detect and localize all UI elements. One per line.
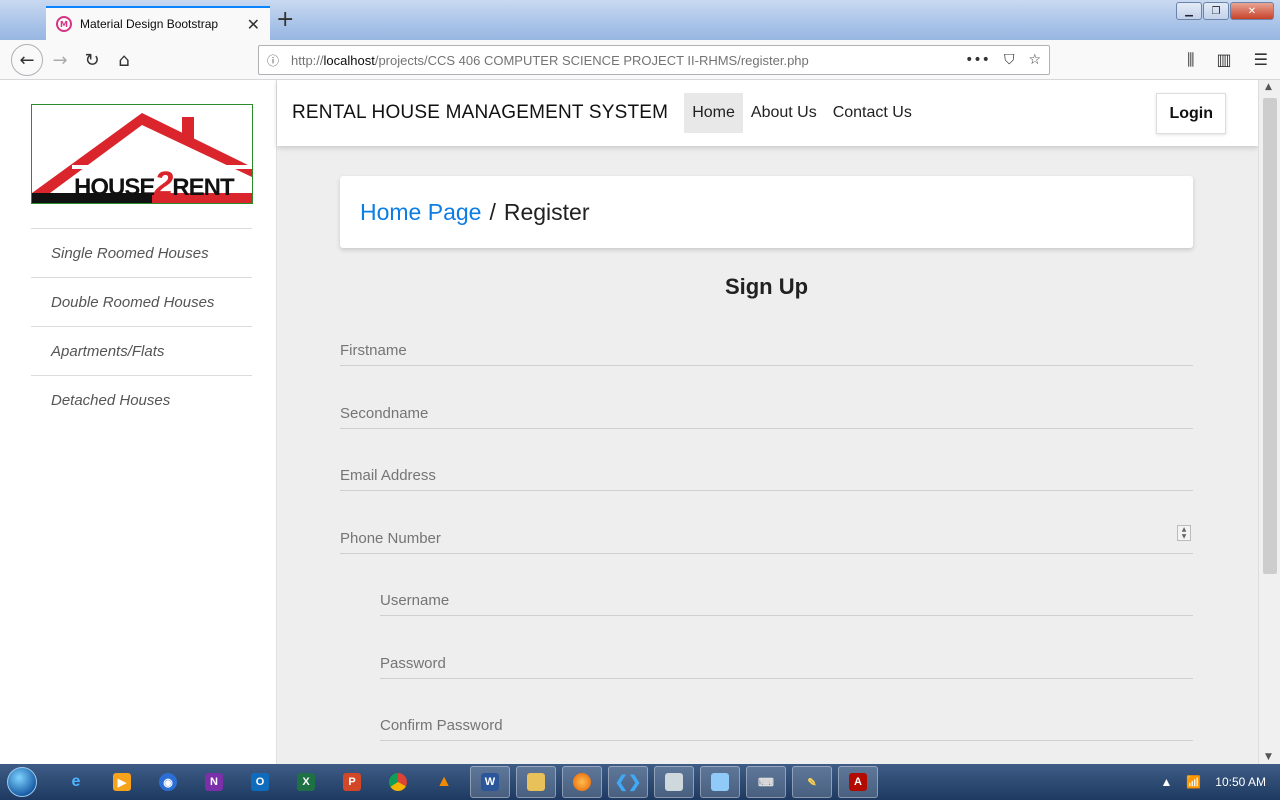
form-title: Sign Up [724,274,809,299]
browser-toolbar: ← → ↻ ⌂ ⓘ http://localhost/projects/CCS … [0,40,1280,80]
logo-text-rent: RENT [172,174,234,201]
rdp-icon[interactable] [700,766,740,798]
phone-field[interactable]: Phone Number ▲ ▼ [340,491,1193,554]
media-icon[interactable]: ▶ [102,766,142,798]
number-spinner-icon[interactable]: ▲ ▼ [1177,524,1191,541]
phone-label: Phone Number [340,529,441,547]
secondname-label: Secondname [340,404,429,422]
breadcrumb: Home Page / Register [340,176,1193,248]
sidebar: HOUSE2RENT Single Roomed Houses Double R… [0,80,277,764]
secondname-field[interactable]: Secondname [340,366,1193,429]
library-icon[interactable]: ⫼ [1187,50,1194,70]
close-window-button[interactable]: ✕ [1230,2,1274,20]
firstname-label: Firstname [340,342,407,359]
firefox-icon[interactable] [562,766,602,798]
onenote-icon[interactable]: N [194,766,234,798]
page-viewport: HOUSE2RENT Single Roomed Houses Double R… [0,80,1258,764]
password-label: Password [380,654,446,672]
reload-icon[interactable]: ↻ [76,44,108,76]
windows-orb-icon [7,767,37,797]
maximize-button[interactable]: ❐ [1203,2,1229,20]
info-icon[interactable]: ⓘ [267,52,291,69]
url-text[interactable]: http://localhost/projects/CCS 406 COMPUT… [291,53,965,68]
url-host: localhost [323,52,375,68]
vscode-icon[interactable]: ❮❯ [608,766,648,798]
sidebar-item-apartments[interactable]: Apartments/Flats [31,326,252,375]
browser-tab[interactable]: M Material Design Bootstrap ✕ [46,6,270,40]
vlc-icon[interactable]: ▲ [424,766,464,798]
sidebar-item-detached[interactable]: Detached Houses [31,375,252,424]
forward-icon[interactable]: → [44,44,76,76]
breadcrumb-current: Register [503,198,590,225]
nav-home[interactable]: Home [684,93,743,133]
taskbar-apps: e ▶ ◉ N O X P ▲ W ❮❯ ⌨ ✎ A [56,766,884,798]
home-icon[interactable]: ⌂ [108,44,140,76]
paint-icon[interactable]: ✎ [792,766,832,798]
explorer-icon[interactable] [516,766,556,798]
system-tray: ▲ 📶 10:50 AM [1160,764,1266,800]
login-button[interactable]: Login [1156,93,1226,134]
password-field[interactable]: Password [380,616,1193,679]
keyboard-icon[interactable]: ⌨ [746,766,786,798]
logo-text: HOUSE2RENT [74,165,235,203]
tab-title: Material Design Bootstrap [80,17,219,31]
top-navbar: RENTAL HOUSE MANAGEMENT SYSTEM Home Abou… [277,80,1258,146]
network-icon[interactable]: 📶 [1186,775,1201,789]
firstname-field[interactable]: Firstname [340,323,1193,366]
window-controls: ▁ ❐ ✕ [1175,2,1274,20]
more-icon[interactable]: ••• [965,52,990,68]
window-titlebar: M Material Design Bootstrap ✕ + ▁ ❐ ✕ [0,0,1280,40]
close-tab-icon[interactable]: ✕ [247,15,260,34]
nav-about-us[interactable]: About Us [743,93,825,133]
sidebar-list: Single Roomed Houses Double Roomed House… [31,228,252,424]
new-tab-button[interactable]: + [276,9,294,31]
logo-text-house: HOUSE [74,174,155,201]
scroll-up-icon[interactable]: ▲ [1265,82,1272,92]
mdb-favicon-icon: M [56,16,72,32]
house2rent-logo[interactable]: HOUSE2RENT [31,104,253,204]
start-button[interactable] [0,764,44,800]
star-icon[interactable]: ☆ [1028,52,1041,68]
windows-taskbar: e ▶ ◉ N O X P ▲ W ❮❯ ⌨ ✎ A ▲ 📶 10:50 AM [0,764,1280,800]
firefox-dev-icon[interactable]: ◉ [148,766,188,798]
back-icon[interactable]: ← [11,44,43,76]
word-icon[interactable]: W [470,766,510,798]
url-bar[interactable]: ⓘ http://localhost/projects/CCS 406 COMP… [258,45,1050,75]
breadcrumb-home-link[interactable]: Home Page [360,199,481,226]
email-label: Email Address [340,467,436,484]
menu-icon[interactable]: ☰ [1254,50,1268,70]
window-icon[interactable] [654,766,694,798]
brand-title[interactable]: RENTAL HOUSE MANAGEMENT SYSTEM [292,102,668,124]
main-content: Home Page / Register Sign Up Firstname S… [340,176,1193,741]
sidebar-icon[interactable]: ▥ [1217,50,1232,70]
pocket-icon[interactable]: ⛉ [1004,52,1015,68]
scroll-down-icon[interactable]: ▼ [1265,752,1272,762]
logo-text-2: 2 [154,165,173,203]
url-prefix: http:// [291,52,324,68]
username-field[interactable]: Username [380,554,1193,616]
vertical-scrollbar[interactable]: ▲ ▼ [1258,80,1280,764]
ie-icon[interactable]: e [56,766,96,798]
confirm-password-label: Confirm Password [380,717,503,734]
sidebar-item-double-roomed[interactable]: Double Roomed Houses [31,277,252,326]
outlook-icon[interactable]: O [240,766,280,798]
clock[interactable]: 10:50 AM [1215,775,1266,789]
sidebar-item-single-roomed[interactable]: Single Roomed Houses [31,228,252,277]
confirm-password-field[interactable]: Confirm Password [380,679,1193,741]
nav-contact-us[interactable]: Contact Us [825,93,920,133]
acrobat-icon[interactable]: A [838,766,878,798]
scrollbar-thumb[interactable] [1263,98,1277,574]
minimize-button[interactable]: ▁ [1176,2,1202,20]
tray-expand-icon[interactable]: ▲ [1160,775,1172,789]
chrome-icon[interactable] [378,766,418,798]
excel-icon[interactable]: X [286,766,326,798]
powerpoint-icon[interactable]: P [332,766,372,798]
username-label: Username [380,592,450,609]
breadcrumb-separator: / [489,198,496,225]
email-field[interactable]: Email Address [340,429,1193,491]
url-path: /projects/CCS 406 COMPUTER SCIENCE PROJE… [374,52,809,68]
